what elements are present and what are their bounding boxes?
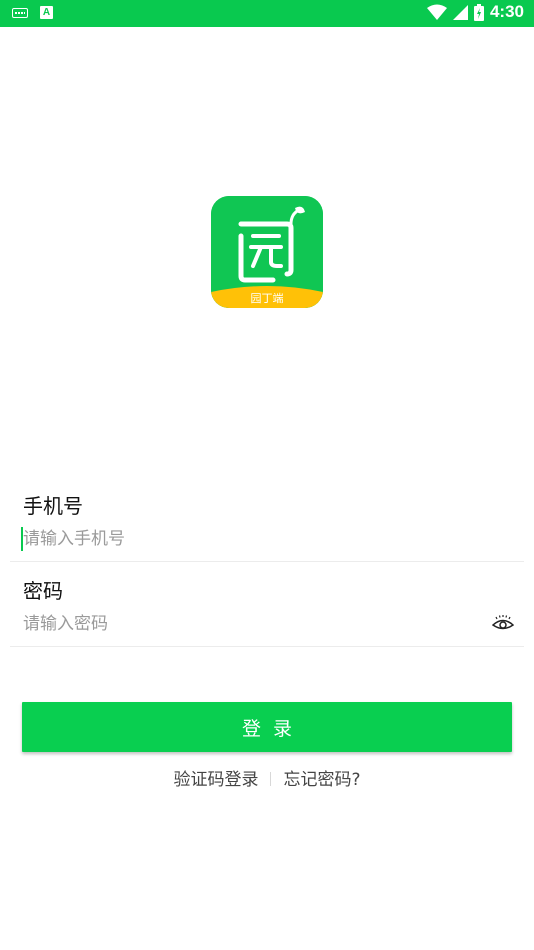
keyboard-icon <box>12 7 28 18</box>
cell-signal-icon <box>452 4 468 20</box>
forgot-password-link[interactable]: 忘记密码? <box>283 770 360 790</box>
password-label: 密码 <box>23 579 63 603</box>
login-button[interactable]: 登录 <box>22 702 512 752</box>
app-logo: 园丁端 <box>211 196 323 308</box>
login-links: 验证码登录 忘记密码? <box>0 765 534 790</box>
sms-login-link[interactable]: 验证码登录 <box>173 770 258 790</box>
status-left-icons: A <box>12 6 53 19</box>
status-time: 4:30 <box>489 2 524 21</box>
phone-input[interactable] <box>23 526 483 552</box>
password-input[interactable] <box>23 611 483 637</box>
a-notification-icon: A <box>40 6 53 19</box>
eye-icon[interactable] <box>492 614 514 632</box>
status-right-icons: 4:30 <box>426 2 524 22</box>
password-divider <box>10 646 524 647</box>
phone-divider <box>10 561 524 562</box>
link-separator <box>270 772 272 786</box>
logo-banner-text: 园丁端 <box>250 292 284 305</box>
battery-icon <box>473 3 484 21</box>
phone-label: 手机号 <box>23 494 83 518</box>
status-bar: A 4:30 <box>0 0 534 27</box>
wifi-icon <box>426 4 447 20</box>
